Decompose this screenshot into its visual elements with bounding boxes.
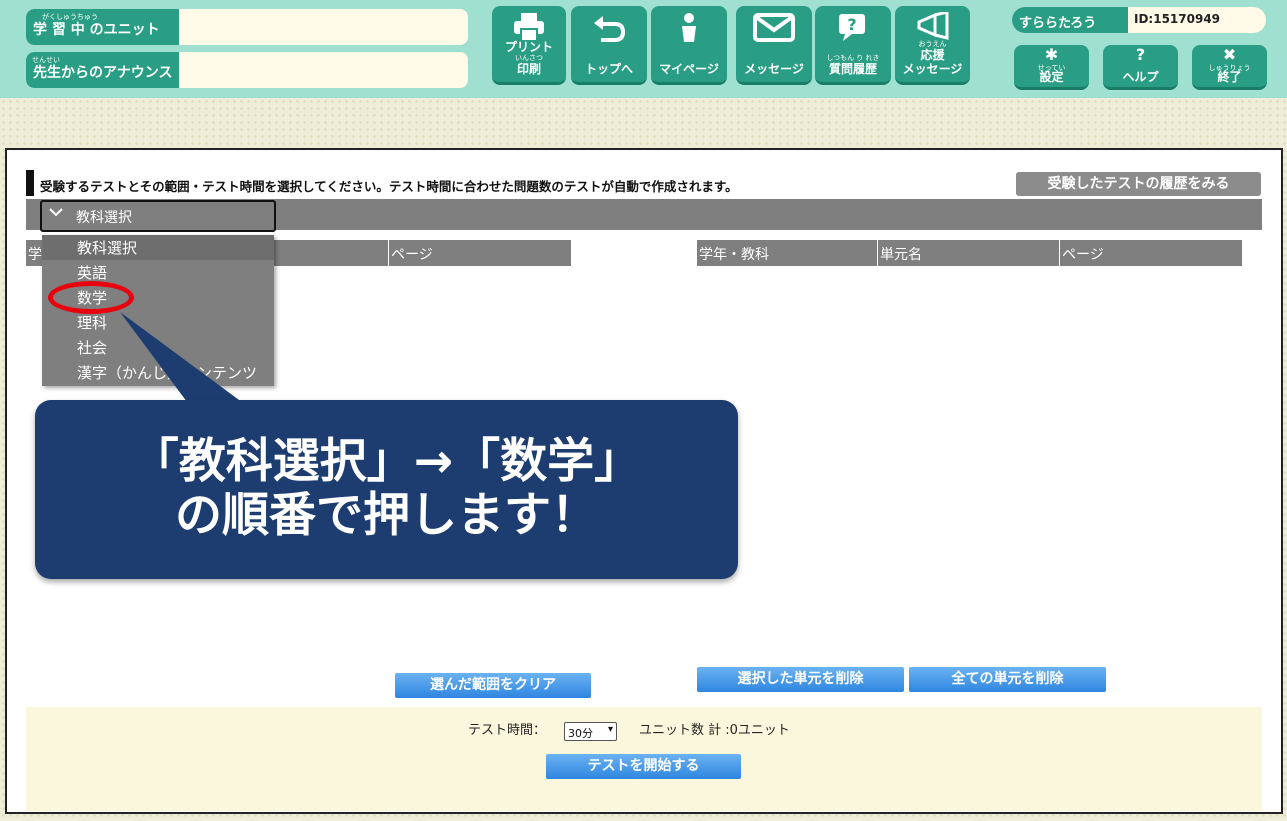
instruction-callout: 「教科選択」→「数学」 の順番で押します！: [35, 400, 738, 579]
left-header-unit: [274, 240, 388, 266]
svg-text:?: ?: [847, 15, 856, 34]
highlight-ring: [48, 281, 134, 314]
envelope-icon: [736, 12, 812, 49]
learning-unit-label: がくしゅうちゅう 学 習 中 のユニット: [26, 9, 179, 45]
test-time-select[interactable]: 30分 ▾: [564, 722, 617, 741]
instruction-text: 受験するテストとその範囲・テスト時間を選択してください。テスト時間に合わせた問題…: [26, 170, 738, 196]
start-test-button[interactable]: テストを開始する: [546, 754, 741, 779]
option-science[interactable]: 理科: [42, 310, 274, 335]
clear-range-button[interactable]: 選んだ範囲をクリア: [395, 673, 591, 698]
header-bar: がくしゅうちゅう 学 習 中 のユニット せんせい 先生からのアナウンス プリン…: [0, 0, 1287, 98]
right-header-page: ページ: [1060, 240, 1242, 266]
chevron-down-icon: [48, 206, 64, 222]
mypage-button[interactable]: マイページ: [651, 6, 727, 85]
option-subject-select[interactable]: 教科選択: [42, 235, 274, 260]
learning-unit-row: がくしゅうちゅう 学 習 中 のユニット: [26, 9, 468, 45]
right-header-grade-subject: 学年・教科: [697, 240, 877, 266]
question-icon: ?: [1135, 45, 1146, 64]
callout-line-1: 「教科選択」→「数学」: [131, 434, 642, 489]
settings-button[interactable]: ✱ せってい 設定: [1014, 45, 1089, 90]
chevron-down-icon: ▾: [607, 724, 613, 735]
top-button[interactable]: トップへ: [571, 6, 647, 85]
announce-label: せんせい 先生からのアナウンス: [26, 52, 179, 88]
option-kanji-contents[interactable]: 漢字（かんじ）コンテンツ: [42, 360, 274, 385]
print-button[interactable]: プリント いんさつ 印刷: [492, 6, 566, 85]
left-header-page: ページ: [389, 240, 571, 266]
gear-icon: ✱: [1044, 45, 1059, 64]
question-bubble-icon: ?: [815, 12, 891, 49]
close-icon: ✖: [1222, 45, 1237, 64]
delete-all-units-button[interactable]: 全ての単元を削除: [909, 667, 1106, 692]
callout-line-2: の順番で押します！: [175, 488, 598, 543]
cheer-message-button[interactable]: おうえん 応援 メッセージ: [895, 6, 970, 85]
announce-row: せんせい 先生からのアナウンス: [26, 52, 468, 88]
delete-selected-units-button[interactable]: 選択した単元を削除: [697, 667, 904, 692]
question-history-button[interactable]: ? しつもん り れき 質問履歴: [815, 6, 891, 85]
subject-select[interactable]: 教科選択: [40, 200, 276, 232]
person-icon: [651, 12, 727, 51]
exit-button[interactable]: ✖ しゅうりょう 終了: [1192, 45, 1267, 90]
user-name: すららたろう: [1012, 7, 1128, 33]
left-header-grade: 学: [26, 240, 42, 266]
return-arrow-icon: [571, 12, 647, 51]
right-header-unit-name: 単元名: [878, 240, 1059, 266]
option-social-studies[interactable]: 社会: [42, 335, 274, 360]
message-button[interactable]: メッセージ: [736, 6, 812, 85]
test-history-button[interactable]: 受験したテストの履歴をみる: [1016, 172, 1261, 196]
user-id: ID:15170949: [1134, 12, 1221, 26]
test-time-label: テスト時間：: [468, 723, 547, 738]
user-info: すららたろう ID:15170949: [1012, 7, 1266, 33]
unit-count-text: ユニット数 計 :0ユニット: [639, 723, 790, 738]
help-button[interactable]: ? ヘルプ: [1103, 45, 1178, 90]
